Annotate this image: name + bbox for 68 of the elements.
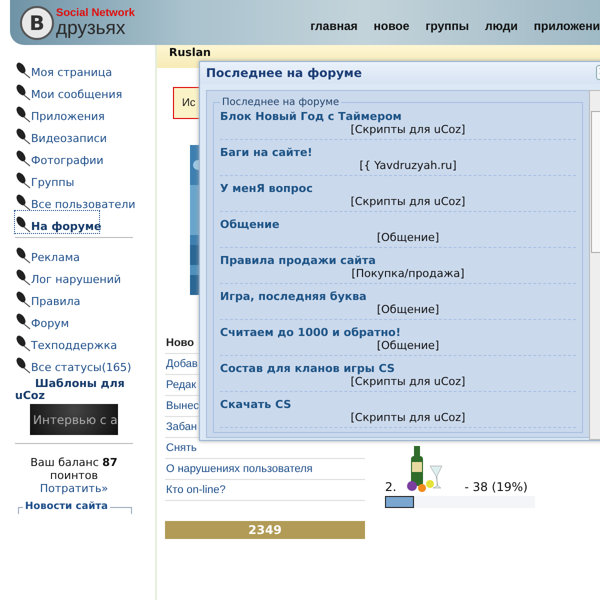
forum-category: [Общение] bbox=[376, 303, 440, 316]
topic-link[interactable]: Скачать CS bbox=[220, 398, 576, 411]
forum-category: [Скрипты для uCoz] bbox=[350, 375, 466, 388]
forum-category: [Общение] bbox=[376, 339, 440, 352]
nav-link[interactable]: люди bbox=[485, 18, 518, 32]
feather-icon bbox=[15, 215, 31, 233]
topic-link[interactable]: Общение bbox=[220, 218, 576, 231]
sidebar-item[interactable]: Реклама bbox=[15, 242, 155, 264]
feather-icon bbox=[15, 61, 31, 79]
feather-icon bbox=[15, 171, 31, 189]
topic-link[interactable]: Игра, последняя буква bbox=[220, 290, 576, 303]
sidebar-item[interactable]: Правила bbox=[15, 286, 155, 308]
feather-icon bbox=[15, 334, 31, 352]
scrollbar-thumb[interactable] bbox=[591, 111, 600, 253]
forum-category: [Скрипты для uCoz] bbox=[350, 123, 466, 136]
sidebar-item[interactable]: Фотографии bbox=[15, 145, 155, 167]
news-legend: Новости сайта bbox=[23, 501, 110, 512]
nav-link[interactable]: главная bbox=[310, 18, 358, 32]
feather-icon bbox=[15, 149, 31, 167]
fieldset-legend: Последнее на форуме bbox=[220, 98, 342, 108]
feather-icon bbox=[15, 356, 31, 374]
feather-icon bbox=[15, 105, 31, 123]
balance-text: Ваш баланс 87 bbox=[30, 456, 118, 469]
forum-category: [Скрипты для uCoz] bbox=[350, 411, 466, 424]
poll-number: 2. bbox=[385, 480, 396, 494]
forum-category: [Скрипты для uCoz] bbox=[350, 195, 466, 208]
nav-link[interactable]: новое bbox=[374, 18, 410, 32]
forum-category: [Покупка/продажа] bbox=[350, 267, 466, 280]
poll-result: - 38 (19%) bbox=[464, 480, 528, 494]
sidebar-item[interactable]: Моя страница bbox=[15, 57, 155, 79]
sidebar-item[interactable]: Группы bbox=[15, 167, 155, 189]
forum-category: [Общение] bbox=[376, 231, 440, 244]
topic-link[interactable]: У менЯ вопрос bbox=[220, 182, 576, 195]
counter-bar: 2349 bbox=[165, 521, 365, 539]
sidebar-item[interactable]: Приложения bbox=[15, 101, 155, 123]
spend-link[interactable]: Потратить» bbox=[40, 482, 108, 495]
feather-icon bbox=[15, 246, 31, 264]
sidebar-item[interactable]: Все статусы(165) bbox=[15, 352, 155, 374]
sidebar-item[interactable]: Видеозаписи bbox=[15, 123, 155, 145]
sidebar-item[interactable]: Все пользователи bbox=[15, 189, 155, 211]
user-name: Ruslan bbox=[169, 47, 211, 59]
popup-title: Последнее на форуме bbox=[200, 62, 600, 84]
nav-link[interactable]: приложени bbox=[534, 18, 600, 32]
action-link[interactable]: Кто on-line? bbox=[165, 480, 365, 501]
logo-letter[interactable]: В bbox=[20, 6, 54, 40]
topic-link[interactable]: Состав для кланов игры CS bbox=[220, 362, 576, 375]
scrollbar[interactable] bbox=[589, 90, 600, 440]
nav-link[interactable]: группы bbox=[425, 18, 470, 32]
feather-icon bbox=[15, 312, 31, 330]
topic-link[interactable]: Баги на сайте! bbox=[220, 146, 576, 159]
feather-icon bbox=[15, 193, 31, 211]
logo-tagline: Social Network bbox=[56, 8, 135, 18]
balance-unit: поинтов bbox=[50, 469, 98, 482]
feather-icon bbox=[15, 268, 31, 286]
topic-link[interactable]: Правила продажи сайта bbox=[220, 254, 576, 267]
feather-icon bbox=[15, 83, 31, 101]
sidebar-item[interactable]: Форум bbox=[15, 308, 155, 330]
forum-category: [{ Yavdruzyah.ru] bbox=[358, 159, 458, 172]
feather-icon bbox=[15, 290, 31, 308]
feather-icon bbox=[15, 127, 31, 145]
sidebar-item[interactable]: На форуме bbox=[15, 211, 99, 233]
sidebar-item[interactable]: Техподдержка bbox=[15, 330, 155, 352]
interview-banner[interactable]: Интервью с а bbox=[30, 404, 118, 435]
action-link[interactable]: О нарушениях пользователя bbox=[165, 459, 365, 480]
sidebar-item[interactable]: Мои сообщения bbox=[15, 79, 155, 101]
sidebar-item[interactable]: Лог нарушений bbox=[15, 264, 155, 286]
logo-name: друзьях bbox=[56, 18, 126, 38]
sidebar-item[interactable]: Шаблоны для uCoz bbox=[15, 374, 125, 402]
